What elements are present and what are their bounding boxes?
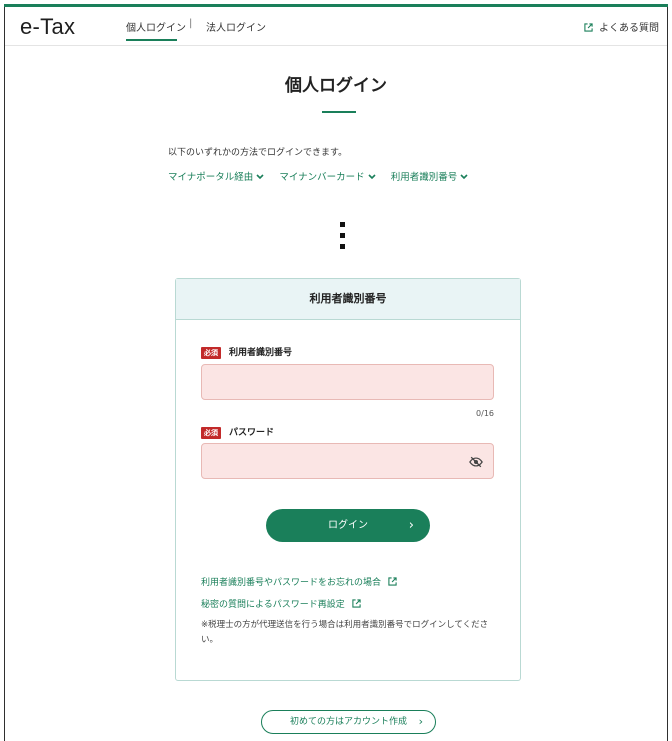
forgot-link-label: 利用者識別番号やパスワードをお忘れの場合 xyxy=(201,578,382,588)
create-account-button[interactable]: 初めての方はアカウント作成 › xyxy=(261,710,436,734)
title-underline xyxy=(322,111,356,113)
faq-link[interactable]: よくある質問 xyxy=(584,19,659,34)
external-link-icon xyxy=(584,23,596,34)
etax-logo[interactable]: e-Tax xyxy=(20,14,75,40)
reset-link-label: 秘密の質問によるパスワード再設定 xyxy=(201,600,345,610)
chevron-down-icon xyxy=(256,173,264,182)
forgot-id-password-link[interactable]: 利用者識別番号やパスワードをお忘れの場合 xyxy=(201,575,397,588)
user-id-label-text: 利用者識別番号 xyxy=(229,348,293,358)
external-link-icon xyxy=(349,599,361,610)
eye-off-icon[interactable] xyxy=(469,454,483,468)
faq-label: よくある質問 xyxy=(599,23,659,34)
method-label: 利用者識別番号 xyxy=(390,172,458,183)
nav-corporate-login[interactable]: 法人ログイン xyxy=(206,19,266,34)
vertical-ellipsis-icon xyxy=(340,222,346,255)
intro-text: 以下のいずれかの方法でログインできます。 xyxy=(168,148,348,158)
create-account-label: 初めての方はアカウント作成 xyxy=(289,717,407,727)
site-header: e-Tax 個人ログイン | 法人ログイン よくある質問 xyxy=(5,7,667,46)
login-button[interactable]: ログイン › xyxy=(266,509,430,542)
password-field-label: 必須 パスワード xyxy=(201,425,274,439)
method-label: マイナンバーカード xyxy=(279,172,365,183)
chevron-down-icon xyxy=(368,173,376,182)
chevron-right-icon: › xyxy=(418,715,423,728)
secret-question-reset-link[interactable]: 秘密の質問によるパスワード再設定 xyxy=(201,597,361,610)
page-title: 個人ログイン xyxy=(285,76,387,96)
login-button-label: ログイン xyxy=(328,520,368,531)
login-method-links: マイナポータル経由 マイナンバーカード 利用者識別番号 xyxy=(168,169,480,183)
required-badge: 必須 xyxy=(201,426,221,439)
nav-separator: | xyxy=(189,18,193,29)
required-badge: 必須 xyxy=(201,346,221,359)
password-label-text: パスワード xyxy=(229,428,275,438)
user-id-input[interactable] xyxy=(201,364,494,400)
nav-personal-login[interactable]: 個人ログイン xyxy=(126,19,186,34)
method-label: マイナポータル経由 xyxy=(168,172,254,183)
tax-accountant-note: ※税理士の方が代理送信を行う場合は利用者識別番号でログインしてください。 xyxy=(201,620,489,645)
method-mynumber-card[interactable]: マイナンバーカード xyxy=(279,172,376,183)
method-user-id[interactable]: 利用者識別番号 xyxy=(391,172,469,183)
user-id-login-card: 利用者識別番号 必須 利用者識別番号 0/16 必須 パスワード ログイン › 利用… xyxy=(175,278,521,681)
external-link-icon xyxy=(385,577,397,588)
nav-active-underline xyxy=(126,39,177,41)
password-input[interactable] xyxy=(201,443,494,479)
user-id-char-counter: 0/16 xyxy=(476,409,494,418)
chevron-down-icon xyxy=(460,173,468,182)
method-myna-portal[interactable]: マイナポータル経由 xyxy=(168,172,264,183)
user-id-field-label: 必須 利用者識別番号 xyxy=(201,345,292,359)
card-heading: 利用者識別番号 xyxy=(176,279,520,320)
chevron-right-icon: › xyxy=(408,518,414,533)
